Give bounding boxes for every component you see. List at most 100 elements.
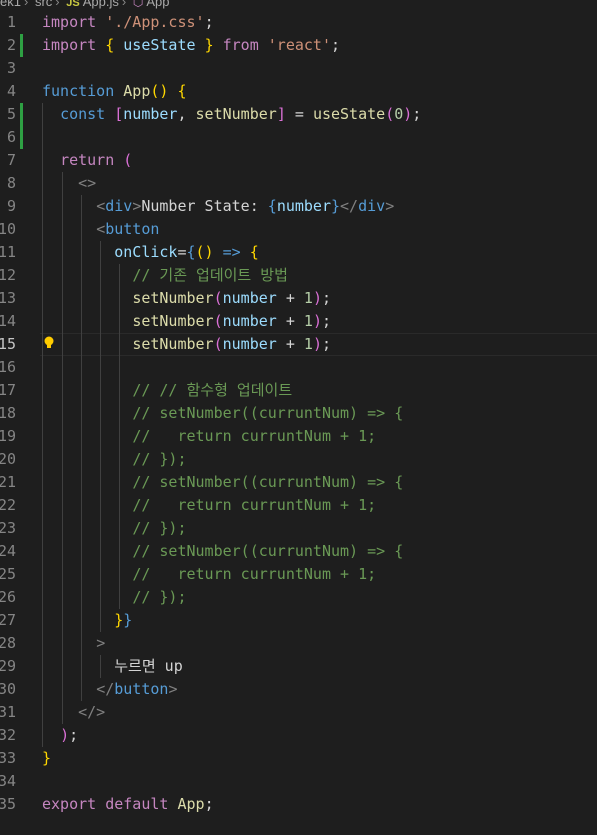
code-line[interactable]: 10 <button bbox=[0, 218, 597, 241]
code-line[interactable]: 35 export default App; bbox=[0, 793, 597, 816]
code-line[interactable]: 22 // return curruntNum + 1; bbox=[0, 494, 597, 517]
breadcrumb-item-symbol[interactable]: App bbox=[146, 0, 169, 9]
code-token: // 기존 업데이트 방법 bbox=[132, 266, 288, 284]
code-line[interactable]: 29 누르면 up bbox=[0, 655, 597, 678]
code-line[interactable]: 30 </button> bbox=[0, 678, 597, 701]
breadcrumb-item-src[interactable]: src bbox=[35, 0, 52, 9]
code-line[interactable]: 25 // return curruntNum + 1; bbox=[0, 563, 597, 586]
code-line[interactable]: 21 // setNumber((curruntNum) => { bbox=[0, 471, 597, 494]
line-number: 9 bbox=[6, 197, 16, 215]
code-text[interactable]: <button bbox=[42, 218, 159, 241]
code-token: button bbox=[114, 680, 169, 698]
code-line[interactable]: 3 bbox=[0, 57, 597, 80]
code-line[interactable]: 34 bbox=[0, 770, 597, 793]
code-text[interactable]: onClick={() => { bbox=[42, 241, 259, 264]
code-text[interactable]: setNumber(number + 1); bbox=[42, 333, 331, 356]
code-line[interactable]: 8 <> bbox=[0, 172, 597, 195]
code-text[interactable]: }} bbox=[42, 609, 132, 632]
git-added-marker[interactable] bbox=[20, 126, 23, 149]
code-line[interactable]: 20 // }); bbox=[0, 448, 597, 471]
line-number: 11 bbox=[0, 243, 16, 261]
code-text[interactable]: // }); bbox=[42, 517, 186, 540]
code-line[interactable]: 11 onClick={() => { bbox=[0, 241, 597, 264]
code-text[interactable]: const [number, setNumber] = useState(0); bbox=[42, 103, 421, 126]
code-text[interactable]: export default App; bbox=[42, 793, 214, 816]
code-text[interactable]: setNumber(number + 1); bbox=[42, 310, 331, 333]
code-token: > bbox=[132, 197, 142, 215]
code-text[interactable]: setNumber(number + 1); bbox=[42, 287, 331, 310]
code-text[interactable]: // }); bbox=[42, 448, 186, 471]
code-line[interactable]: 7 return ( bbox=[0, 149, 597, 172]
code-text[interactable]: return ( bbox=[42, 149, 132, 172]
code-text[interactable]: } bbox=[42, 747, 51, 770]
code-token: div bbox=[358, 197, 386, 215]
code-text[interactable]: // 기존 업데이트 방법 bbox=[42, 264, 288, 287]
code-line[interactable]: 6 bbox=[0, 126, 597, 149]
code-line[interactable]: 14 setNumber(number + 1); bbox=[0, 310, 597, 333]
line-number: 10 bbox=[0, 220, 16, 238]
code-line[interactable]: 4 function App() { bbox=[0, 80, 597, 103]
code-editor[interactable]: 1 import './App.css'; 2 import { useState }… bbox=[0, 11, 597, 816]
code-text[interactable]: // }); bbox=[42, 586, 186, 609]
indent-guide bbox=[81, 356, 82, 379]
code-line[interactable]: 32 ); bbox=[0, 724, 597, 747]
git-added-marker[interactable] bbox=[20, 103, 23, 126]
code-text[interactable]: import { useState } from 'react'; bbox=[42, 34, 340, 57]
code-line[interactable]: 33} bbox=[0, 747, 597, 770]
code-line[interactable]: 28 > bbox=[0, 632, 597, 655]
code-line[interactable]: 5 const [number, setNumber] = useState(0… bbox=[0, 103, 597, 126]
code-line[interactable]: 27 }} bbox=[0, 609, 597, 632]
code-line[interactable]: 24 // setNumber((curruntNum) => { bbox=[0, 540, 597, 563]
code-text[interactable]: // return curruntNum + 1; bbox=[42, 425, 376, 448]
code-text[interactable]: // setNumber((curruntNum) => { bbox=[42, 471, 403, 494]
code-text[interactable]: import './App.css'; bbox=[42, 11, 214, 34]
code-line[interactable]: 23 // }); bbox=[0, 517, 597, 540]
code-text[interactable]: <> bbox=[42, 172, 96, 195]
code-token: setNumber bbox=[132, 335, 214, 353]
code-text[interactable]: // setNumber((curruntNum) => { bbox=[42, 540, 403, 563]
line-number: 1 bbox=[6, 13, 16, 31]
breadcrumb-item-file[interactable]: App.js bbox=[83, 0, 119, 9]
code-token: return bbox=[60, 151, 115, 169]
line-number: 16 bbox=[0, 358, 16, 376]
code-token: { bbox=[249, 243, 259, 261]
code-line[interactable]: 12 // 기존 업데이트 방법 bbox=[0, 264, 597, 287]
code-line[interactable]: 15 setNumber(number + 1); bbox=[0, 333, 597, 356]
code-text[interactable]: <div>Number State: {number}</div> bbox=[42, 195, 394, 218]
code-text[interactable]: // return curruntNum + 1; bbox=[42, 563, 376, 586]
code-token: </> bbox=[78, 703, 106, 721]
code-text[interactable]: // setNumber((curruntNum) => { bbox=[42, 402, 403, 425]
code-token: } bbox=[204, 36, 214, 54]
breadcrumb-item-folder[interactable]: ek1 bbox=[0, 0, 21, 9]
code-text[interactable]: // return curruntNum + 1; bbox=[42, 494, 376, 517]
code-line[interactable]: 16 bbox=[0, 356, 597, 379]
code-line[interactable]: 26 // }); bbox=[0, 586, 597, 609]
code-line[interactable]: 17 // // 함수형 업데이트 bbox=[0, 379, 597, 402]
code-line[interactable]: 31 </> bbox=[0, 701, 597, 724]
code-token: } bbox=[331, 197, 341, 215]
code-text[interactable]: </button> bbox=[42, 678, 177, 701]
code-text[interactable]: // // 함수형 업데이트 bbox=[42, 379, 292, 402]
code-text[interactable]: ); bbox=[42, 724, 78, 747]
line-number: 30 bbox=[0, 680, 16, 698]
code-token: Number State: bbox=[141, 197, 268, 215]
code-line[interactable]: 9 <div>Number State: {number}</div> bbox=[0, 195, 597, 218]
code-text[interactable]: </> bbox=[42, 701, 105, 724]
code-text[interactable]: function App() { bbox=[42, 80, 187, 103]
code-line[interactable]: 2 import { useState } from 'react'; bbox=[0, 34, 597, 57]
code-line[interactable]: 13 setNumber(number + 1); bbox=[0, 287, 597, 310]
code-line[interactable]: 19 // return curruntNum + 1; bbox=[0, 425, 597, 448]
code-line[interactable]: 18 // setNumber((curruntNum) => { bbox=[0, 402, 597, 425]
line-number: 15 bbox=[0, 335, 16, 353]
code-text[interactable]: > bbox=[42, 632, 105, 655]
code-line[interactable]: 1 import './App.css'; bbox=[0, 11, 597, 34]
code-token: ; bbox=[321, 335, 331, 353]
code-text[interactable]: 누르면 up bbox=[42, 655, 183, 678]
git-added-marker[interactable] bbox=[20, 34, 23, 57]
